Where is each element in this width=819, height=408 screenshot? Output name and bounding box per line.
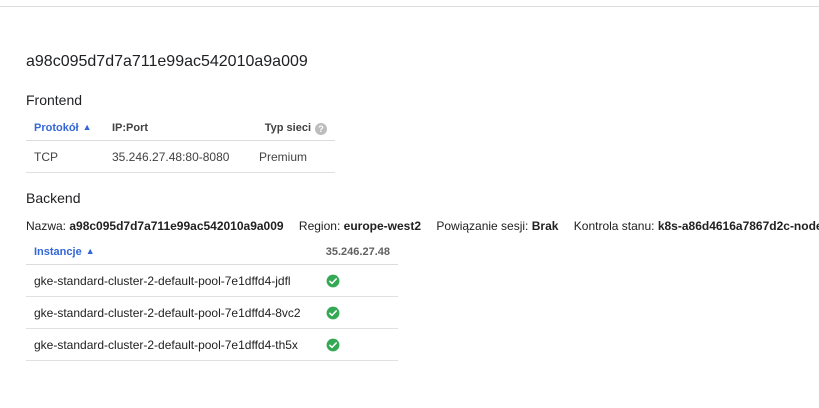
sort-ascending-icon[interactable]: ▲ (86, 246, 95, 256)
session-affinity-value: Brak (531, 219, 559, 233)
ip-header-label: 35.246.27.48 (325, 246, 390, 258)
instance-name-cell: gke-standard-cluster-2-default-pool-7e1d… (26, 296, 318, 329)
help-icon[interactable]: ? (315, 122, 327, 135)
check-circle-icon (326, 306, 340, 320)
backend-name-value: a98c095d7d7a711e99ac542010a9a009 (69, 219, 284, 233)
protocol-cell: TCP (26, 140, 104, 173)
check-circle-icon (326, 338, 340, 352)
health-status-cell (317, 328, 398, 361)
ip-port-cell: 35.246.27.48:80-8080 (104, 140, 251, 173)
backend-name: Nazwa: a98c095d7d7a711e99ac542010a9a009 (26, 219, 284, 233)
ip-port-column-header: IP:Port (104, 116, 251, 141)
backend-instances-table: Instancje ▲ 35.246.27.48 gke-standard-clu… (26, 240, 398, 361)
backend-region-label: Region: (298, 219, 341, 233)
instances-column-header[interactable]: Instancje ▲ (26, 240, 318, 265)
health-status-cell (317, 264, 398, 297)
sort-ascending-icon[interactable]: ▲ (83, 122, 92, 132)
instance-name-cell: gke-standard-cluster-2-default-pool-7e1d… (26, 264, 318, 297)
backend-session-affinity: Powiązanie sesji: Brak (436, 219, 558, 233)
session-affinity-label: Powiązanie sesji: (436, 219, 529, 233)
instance-name-cell: gke-standard-cluster-2-default-pool-7e1d… (26, 328, 318, 361)
table-row: gke-standard-cluster-2-default-pool-7e1d… (26, 296, 398, 329)
instances-header-label: Instancje (34, 246, 82, 258)
backend-region-value: europe-west2 (343, 219, 421, 233)
table-row: gke-standard-cluster-2-default-pool-7e1d… (26, 264, 398, 297)
health-check-value: k8s-a86d4616a7867d2c-node (657, 219, 819, 233)
health-check-label: Kontrola stanu: (573, 219, 655, 233)
network-tier-header-label: Typ sieci (264, 121, 311, 134)
page-title: a98c095d7d7a711e99ac542010a9a009 (26, 53, 308, 70)
ip-column-header: 35.246.27.48 (317, 240, 398, 265)
frontend-heading: Frontend (26, 92, 83, 108)
protocol-header-label: Protokół (34, 122, 79, 134)
backend-region: Region: europe-west2 (299, 219, 421, 233)
protocol-column-header[interactable]: Protokół ▲ (26, 116, 104, 141)
backend-header-row: Instancje ▲ 35.246.27.48 (26, 240, 398, 265)
backend-health-check: Kontrola stanu: k8s-a86d4616a7867d2c-nod… (574, 219, 819, 233)
network-tier-column-header: Typ sieci? (251, 116, 335, 141)
table-row: gke-standard-cluster-2-default-pool-7e1d… (26, 328, 398, 361)
health-status-cell (317, 296, 398, 329)
table-row: TCP 35.246.27.48:80-8080 Premium (26, 140, 335, 173)
frontend-header-row: Protokół ▲ IP:Port Typ sieci? (26, 116, 335, 141)
backend-heading: Backend (26, 190, 81, 206)
backend-info: Nazwa: a98c095d7d7a711e99ac542010a9a009 … (26, 219, 819, 233)
backend-name-label: Nazwa: (26, 219, 67, 233)
ip-port-header-label: IP:Port (112, 122, 149, 134)
top-divider (0, 6, 819, 7)
network-tier-cell: Premium (251, 140, 335, 173)
check-circle-icon (326, 274, 340, 288)
frontend-table: Protokół ▲ IP:Port Typ sieci? TCP 35.246.… (26, 116, 335, 173)
